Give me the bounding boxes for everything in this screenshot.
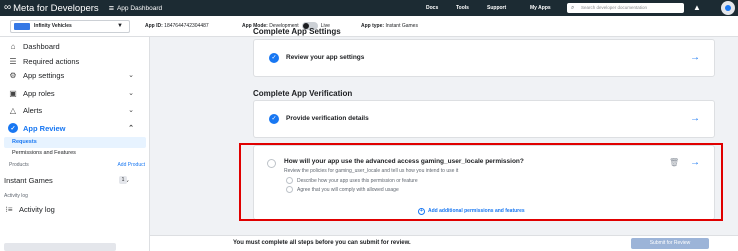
plus-circle-icon: + [418,208,425,215]
step-describe-usage[interactable]: Describe how your app uses this permissi… [297,178,418,184]
activity-list-icon: ⁝≡ [5,204,13,214]
search-placeholder: Search developer documentation [581,5,648,10]
products-heading: Products [9,162,29,168]
meta-logo[interactable]: ∞ Meta for Developers [4,3,99,14]
app-thumbnail [14,23,30,30]
sidebar-item-label: Alerts [23,105,43,115]
add-permissions-label: Add additional permissions and features [428,208,525,214]
sidebar-item-app-roles[interactable]: ▣ App roles ⌄ [8,87,142,99]
instant-games-count-badge: 1 [119,176,127,184]
app-id-label: App ID: [145,23,163,29]
add-permissions-link[interactable]: + Add additional permissions and features [418,208,525,215]
chevron-down-icon: ⌄ [128,107,134,114]
submit-footer: You must complete all steps before you c… [150,235,738,251]
search-input[interactable]: ⌕ Search developer documentation [567,3,684,13]
step-agree-usage[interactable]: Agree that you will comply with allowed … [297,187,399,193]
permission-subtitle: Review the policies for gaming_user_loca… [284,168,459,174]
nav-tools[interactable]: Tools [456,0,469,16]
search-icon: ⌕ [571,5,575,11]
check-circle-icon: ✓ [8,123,18,133]
trash-icon[interactable]: 🗑 [669,159,679,167]
caret-down-icon: ▼ [117,23,123,29]
sidebar-item-app-review[interactable]: ✓ App Review ⌃ [8,122,142,134]
sidebar-item-label: App roles [23,88,55,98]
app-type-value: Instant Games [385,23,418,29]
verification-heading: Complete App Verification [253,89,353,98]
sidebar-item-app-settings[interactable]: ⚙ App settings ⌄ [8,69,142,81]
submit-for-review-button[interactable]: Submit for Review [631,238,709,249]
settings-heading: Complete App Settings [253,27,341,36]
step-radio[interactable] [286,186,293,193]
sidebar-item-label: Required actions [23,56,80,66]
settings-card-label: Review your app settings [286,54,365,61]
chevron-up-icon: ⌃ [128,125,134,132]
permission-question: How will your app use the advanced acces… [284,158,524,165]
sidebar-subitem-requests[interactable]: Requests [4,137,146,148]
check-circle-icon: ✓ [269,53,279,63]
sidebar-item-label: App Review [23,123,66,133]
menu-icon[interactable]: ≡ [109,3,114,13]
sidebar-item-dashboard[interactable]: ⌂ Dashboard [8,40,142,52]
app-selector[interactable]: Infinity Vehicles ▼ [10,20,130,33]
top-navigation-bar: ∞ Meta for Developers ≡ App Dashboard Doc… [0,0,738,16]
list-icon: ☰ [9,56,17,66]
sidebar-item-label: Instant Games [4,175,53,185]
activity-heading: Activity log [4,193,28,199]
gear-icon: ⚙ [9,70,17,80]
footer-message: You must complete all steps before you c… [233,240,411,246]
people-icon: ▣ [9,88,17,98]
meta-infinity-icon: ∞ [4,2,12,13]
sidebar-item-label: Dashboard [23,41,60,51]
arrow-right-icon[interactable]: → [690,114,700,124]
app-id: App ID: 1847644742304487 [145,16,209,37]
avatar[interactable] [721,1,735,15]
verification-card-label: Provide verification details [286,115,369,122]
sidebar-item-instant-games[interactable]: Instant Games ⌄ [4,174,138,186]
sidebar-subitem-permissions[interactable]: Permissions and Features [4,148,146,159]
step-radio[interactable] [286,177,293,184]
nav-docs[interactable]: Docs [426,0,438,16]
notifications-icon[interactable]: ▲ [692,3,702,13]
house-icon: ⌂ [10,41,16,51]
chevron-down-icon: ⌄ [128,72,134,79]
sidebar-item-label: Activity log [19,204,55,214]
nav-my-apps[interactable]: My Apps [530,0,551,16]
arrow-right-icon[interactable]: → [690,158,700,168]
sidebar: ⌂ Dashboard ☰ Required actions ⚙ App settin… [0,37,150,251]
sidebar-item-activity-log[interactable]: ⁝≡ Activity log [4,203,138,215]
settings-card[interactable]: ✓ Review your app settings → [253,39,715,77]
check-circle-icon: ✓ [269,114,279,124]
brand-name: Meta for Developers [13,2,99,14]
sidebar-item-required-actions[interactable]: ☰ Required actions [8,55,142,67]
app-type-label: App type: [361,23,385,29]
sidebar-item-alerts[interactable]: △ Alerts ⌄ [8,104,142,116]
bell-icon: △ [9,105,17,115]
permission-status-icon [267,159,276,168]
nav-support[interactable]: Support [487,0,506,16]
chevron-down-icon: ⌄ [128,90,134,97]
add-product-link[interactable]: Add Product [117,162,145,168]
arrow-right-icon[interactable]: → [690,53,700,63]
page-section-title: App Dashboard [116,4,163,12]
app-type: App type: Instant Games [361,16,418,37]
sidebar-footer [4,243,116,251]
app-id-value: 1847644742304487 [164,23,209,29]
verification-card[interactable]: ✓ Provide verification details → [253,100,715,138]
app-name: Infinity Vehicles [34,23,72,29]
sidebar-item-label: App settings [23,70,65,80]
